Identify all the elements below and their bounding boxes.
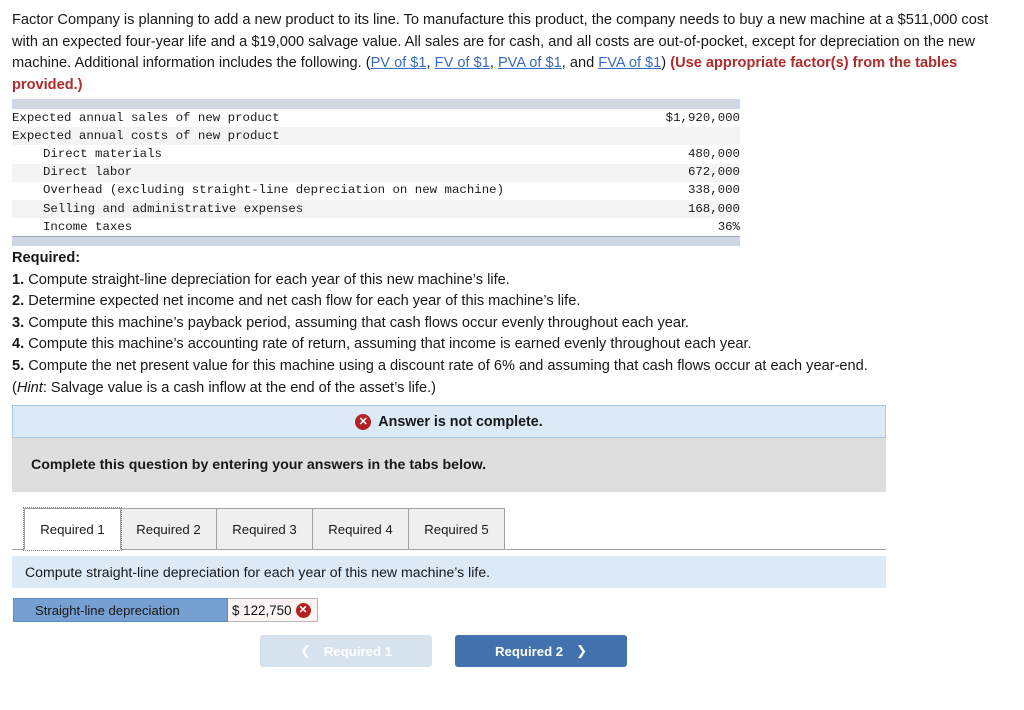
separator-3: , and bbox=[561, 55, 599, 71]
table-row: Overhead (excluding straight-line deprec… bbox=[12, 181, 740, 201]
answer-status-text: Answer is not complete. bbox=[378, 413, 543, 430]
table-cell-label: Expected annual costs of new product bbox=[12, 127, 645, 146]
tab-label: Required 3 bbox=[232, 521, 297, 537]
hint-text: : Salvage value is a cash inflow at the … bbox=[42, 379, 437, 396]
previous-requirement-button[interactable]: ❮ Required 1 bbox=[260, 635, 432, 667]
table-cell-label: Overhead (excluding straight-line deprec… bbox=[12, 181, 645, 201]
tab-label: Required 5 bbox=[424, 521, 489, 537]
answer-entry-row: Straight-line depreciation $ 122,750 ✕ bbox=[13, 598, 318, 622]
previous-requirement-label: Required 1 bbox=[323, 643, 393, 659]
requirement-tabs: Required 1 Required 2 Required 3 Required 4… bbox=[12, 507, 886, 552]
tab-label: Required 2 bbox=[136, 521, 201, 537]
requirements-section: Required: 1. Compute straight-line depre… bbox=[12, 248, 1012, 399]
table-cell-value: $1,920,000 bbox=[644, 109, 740, 128]
table-row: Selling and administrative expenses 168,0… bbox=[12, 200, 740, 219]
hint-label: Hint bbox=[16, 379, 43, 396]
active-tab-prompt: Compute straight-line depreciation for e… bbox=[12, 556, 886, 588]
answer-instruction-bar: Complete this question by entering your … bbox=[12, 438, 886, 492]
active-tab-prompt-text: Compute straight-line depreciation for e… bbox=[25, 564, 491, 580]
error-x-icon: ✕ bbox=[295, 602, 311, 618]
answer-panel: ✕ Answer is not complete. Complete this … bbox=[12, 405, 886, 492]
table-row: Income taxes 36% bbox=[12, 218, 740, 237]
paren-close: ) bbox=[661, 55, 671, 71]
table-row: Expected annual costs of new product bbox=[12, 127, 740, 146]
table-cell-label: Selling and administrative expenses bbox=[12, 200, 645, 219]
requirement-text: Compute this machine’s accounting rate o… bbox=[24, 336, 752, 353]
answer-status-banner: ✕ Answer is not complete. bbox=[12, 405, 886, 438]
next-requirement-label: Required 2 bbox=[494, 643, 564, 659]
next-requirement-button[interactable]: Required 2 ❯ bbox=[455, 635, 627, 667]
separator-2: , bbox=[489, 55, 498, 71]
requirement-number: 2. bbox=[12, 293, 25, 310]
requirement-number: 5. bbox=[12, 357, 25, 374]
requirement-item: 1. Compute straight-line depreciation fo… bbox=[12, 270, 1012, 292]
requirement-item: 5. Compute the net present value for thi… bbox=[12, 356, 1012, 378]
tab-label: Required 4 bbox=[328, 521, 393, 537]
requirement-item: 2. Determine expected net income and net… bbox=[12, 291, 1012, 313]
table-cell-value: 168,000 bbox=[644, 200, 740, 219]
straight-line-depreciation-input[interactable]: $ 122,750 ✕ bbox=[228, 598, 318, 622]
requirement-item: 3. Compute this machine’s payback period… bbox=[12, 313, 1012, 335]
tab-required-5[interactable]: Required 5 bbox=[408, 508, 505, 550]
requirement-text: Compute straight-line depreciation for e… bbox=[24, 271, 510, 288]
requirement-number: 1. bbox=[12, 271, 25, 288]
table-cell-value: 672,000 bbox=[644, 163, 740, 182]
table-row: Expected annual sales of new product $1,9… bbox=[12, 109, 740, 128]
separator-1: , bbox=[426, 55, 435, 71]
link-fva-of-1[interactable]: FVA of $1 bbox=[598, 55, 661, 71]
tab-navigation: ❮ Required 1 Required 2 ❯ bbox=[260, 635, 627, 667]
table-header-bar bbox=[12, 99, 740, 109]
table-cell-label: Income taxes bbox=[12, 218, 645, 237]
table-cell-value: 338,000 bbox=[644, 181, 740, 201]
error-x-icon: ✕ bbox=[355, 413, 372, 430]
answer-input-value: $ 122,750 bbox=[232, 602, 292, 618]
requirements-hint: (Hint: Salvage value is a cash inflow at… bbox=[12, 378, 1012, 400]
financial-data-table: Expected annual sales of new product $1,9… bbox=[12, 99, 740, 247]
link-pva-of-1[interactable]: PVA of $1 bbox=[498, 55, 562, 71]
tab-required-3[interactable]: Required 3 bbox=[216, 508, 313, 550]
tab-required-1[interactable]: Required 1 bbox=[23, 507, 122, 551]
answer-instruction-text: Complete this question by entering your … bbox=[31, 457, 487, 473]
chevron-left-icon: ❮ bbox=[299, 643, 311, 658]
table-row: Direct materials 480,000 bbox=[12, 145, 740, 164]
table-row: Direct labor 672,000 bbox=[12, 163, 740, 182]
table-cell-value: 36% bbox=[644, 218, 740, 237]
requirement-text: Determine expected net income and net ca… bbox=[24, 293, 581, 310]
tab-required-2[interactable]: Required 2 bbox=[120, 508, 217, 550]
table-cell-label: Direct labor bbox=[12, 163, 645, 182]
table-body: Expected annual sales of new product $1,9… bbox=[12, 109, 740, 237]
chevron-right-icon: ❯ bbox=[576, 643, 588, 658]
table-cell-value: 480,000 bbox=[644, 145, 740, 164]
requirement-text: Compute this machine’s payback period, a… bbox=[24, 314, 690, 331]
table-cell-label: Direct materials bbox=[12, 145, 645, 164]
tab-required-4[interactable]: Required 4 bbox=[312, 508, 409, 550]
tab-label: Required 1 bbox=[40, 521, 105, 537]
requirement-text: Compute the net present value for this m… bbox=[24, 357, 868, 374]
requirements-heading: Required: bbox=[12, 250, 81, 266]
table-footer-bar bbox=[12, 236, 740, 247]
link-fv-of-1[interactable]: FV of $1 bbox=[435, 55, 490, 71]
link-pv-of-1[interactable]: PV of $1 bbox=[371, 55, 427, 71]
problem-statement: Factor Company is planning to add a new … bbox=[12, 10, 1012, 96]
answer-row-label: Straight-line depreciation bbox=[13, 598, 228, 622]
table-cell-value bbox=[644, 127, 740, 146]
requirement-number: 3. bbox=[12, 314, 25, 331]
table-cell-label: Expected annual sales of new product bbox=[12, 109, 645, 128]
requirement-item: 4. Compute this machine’s accounting rat… bbox=[12, 334, 1012, 356]
requirement-number: 4. bbox=[12, 336, 25, 353]
